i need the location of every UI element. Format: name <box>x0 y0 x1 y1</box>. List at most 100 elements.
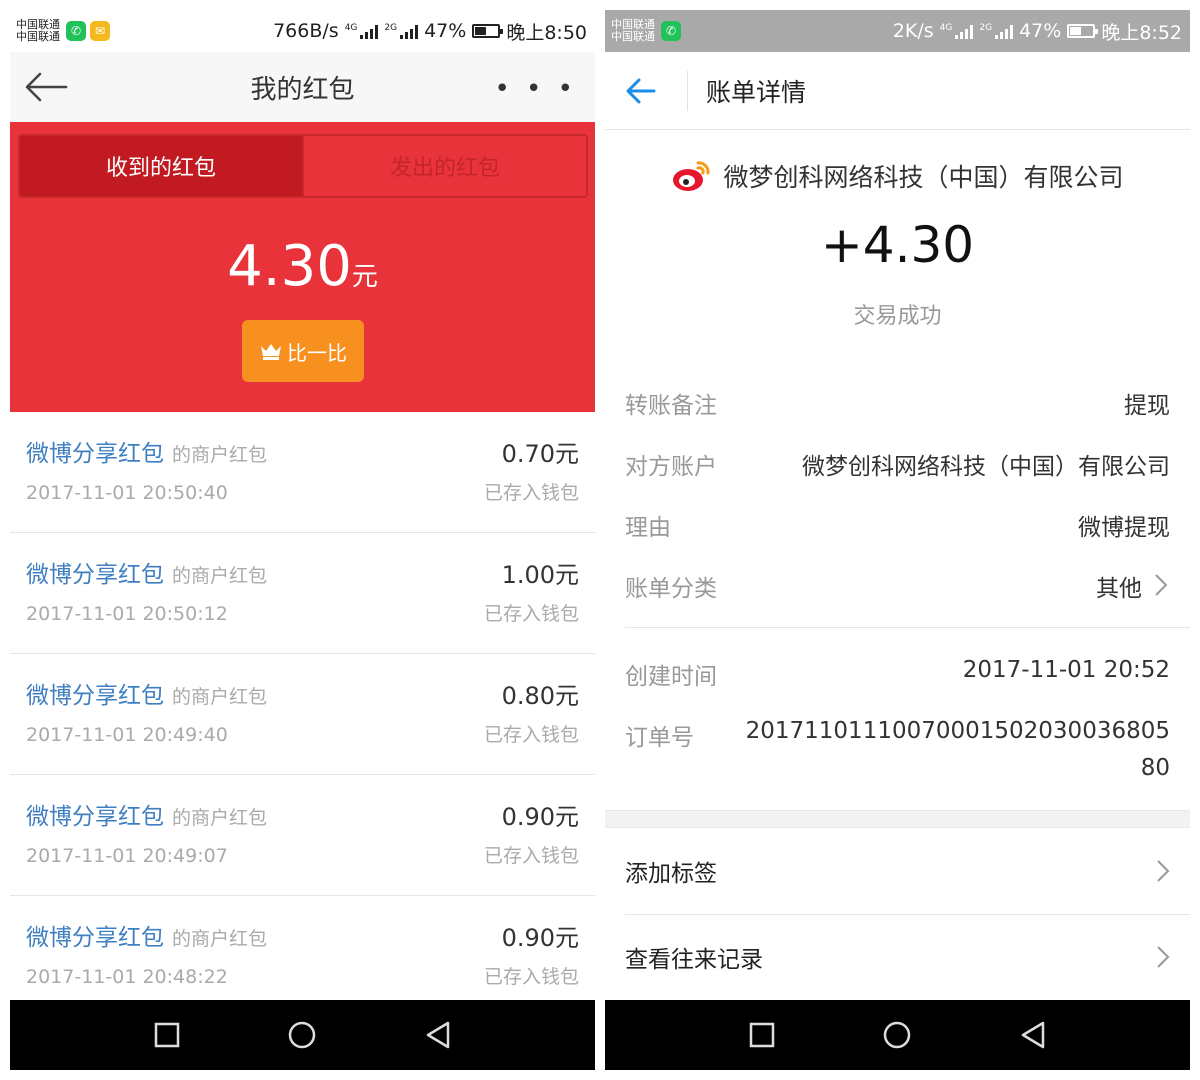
detail-label: 理由 <box>625 515 671 541</box>
item-status: 已存入钱包 <box>483 966 579 988</box>
merchant-name: 微梦创科网络科技（中国）有限公司 <box>723 163 1124 192</box>
transaction-amount: +4.30 <box>820 216 975 274</box>
item-status: 已存入钱包 <box>483 482 579 504</box>
item-status: 已存入钱包 <box>483 724 579 746</box>
battery-icon <box>1067 24 1099 38</box>
battery-icon <box>472 24 504 38</box>
item-amount: 1.00元 <box>501 561 579 589</box>
system-nav-bar <box>10 1000 595 1070</box>
page-header: 我的红包 • • • <box>10 52 595 122</box>
home-icon[interactable] <box>882 1020 912 1050</box>
page-title: 我的红包 <box>250 74 355 105</box>
red-packet-list: 微博分享红包 的商户红包 2017-11-01 20:50:40 0.70元 已存… <box>10 412 595 1017</box>
detail-label: 转账备注 <box>625 393 717 419</box>
item-title[interactable]: 微博分享红包 <box>26 683 164 709</box>
tab-sent[interactable]: 发出的红包 <box>302 136 586 196</box>
item-date: 2017-11-01 20:49:07 <box>26 845 228 867</box>
network-type-1: 4G <box>344 23 358 33</box>
item-subtitle: 的商户红包 <box>172 444 268 466</box>
add-tag-row[interactable]: 添加标签 <box>605 828 1190 914</box>
list-item[interactable]: 微博分享红包 的商户红包 2017-11-01 20:49:40 0.80元 已存… <box>10 654 595 775</box>
compare-button[interactable]: 比一比 <box>242 320 364 382</box>
signal-icon: 2G <box>384 23 419 39</box>
red-packet-summary: 收到的红包 发出的红包 4.30元 比一比 <box>10 122 595 412</box>
item-subtitle: 的商户红包 <box>172 686 268 708</box>
item-date: 2017-11-01 20:50:12 <box>26 603 228 625</box>
item-amount: 0.80元 <box>501 682 579 710</box>
merchant-header: 微梦创科网络科技（中国）有限公司 <box>605 158 1190 194</box>
detail-value: 提现 <box>1124 393 1170 419</box>
item-subtitle: 的商户红包 <box>172 928 268 950</box>
add-tag-label: 添加标签 <box>625 861 717 887</box>
detail-value: 微梦创科网络科技（中国）有限公司 <box>802 454 1170 480</box>
more-options-icon[interactable]: • • • <box>494 74 577 104</box>
back-arrow-icon[interactable] <box>24 70 68 104</box>
list-item[interactable]: 微博分享红包 的商户红包 2017-11-01 20:49:07 0.90元 已存… <box>10 775 595 896</box>
clock: 晚上8:50 <box>506 21 587 44</box>
network-type-1: 4G <box>939 23 953 33</box>
back-arrow-icon[interactable] <box>625 75 657 107</box>
item-title[interactable]: 微博分享红包 <box>26 562 164 588</box>
list-item[interactable]: 微博分享红包 的商户红包 2017-11-01 20:50:12 1.00元 已存… <box>10 533 595 654</box>
item-status: 已存入钱包 <box>483 845 579 867</box>
list-item[interactable]: 微博分享红包 的商户红包 2017-11-01 20:50:40 0.70元 已存… <box>10 412 595 533</box>
carrier-labels: 中国联通 中国联通 <box>611 19 655 43</box>
status-bar: 中国联通 中国联通 ✆ 2K/s 4G 2G 47% 晚上8:52 <box>605 10 1190 52</box>
carrier-2: 中国联通 <box>16 30 60 43</box>
view-history-row[interactable]: 查看往来记录 <box>605 914 1190 1000</box>
page-title: 账单详情 <box>706 77 807 107</box>
item-amount: 0.70元 <box>501 440 579 468</box>
system-nav-bar <box>605 1000 1190 1070</box>
order-number-line2: 80 <box>1140 755 1170 781</box>
item-title[interactable]: 微博分享红包 <box>26 804 164 830</box>
view-history-label: 查看往来记录 <box>625 947 763 973</box>
carrier-2: 中国联通 <box>611 30 655 43</box>
detail-value[interactable]: 其他 <box>1096 569 1142 603</box>
crown-icon <box>261 344 281 360</box>
carrier-labels: 中国联通 中国联通 <box>16 19 60 43</box>
order-number-line1: 20171101110070001502030036805 <box>745 718 1170 744</box>
item-title[interactable]: 微博分享红包 <box>26 925 164 951</box>
item-subtitle: 的商户红包 <box>172 565 268 587</box>
detail-value: 2017-11-01 20:52 <box>962 657 1170 683</box>
signal-icon: 2G <box>979 23 1014 39</box>
detail-value: 微博提现 <box>1078 515 1170 541</box>
network-speed: 2K/s <box>892 20 934 42</box>
battery-percent: 47% <box>1019 20 1062 42</box>
battery-percent: 47% <box>424 20 467 42</box>
detail-label: 账单分类 <box>625 576 717 602</box>
recent-apps-icon[interactable] <box>749 1022 775 1048</box>
item-amount: 0.90元 <box>501 924 579 952</box>
detail-label: 创建时间 <box>625 664 717 690</box>
total-amount-unit: 元 <box>351 262 378 292</box>
signal-icon: 4G <box>940 23 974 39</box>
detail-label: 订单号 <box>625 725 694 751</box>
back-icon[interactable] <box>425 1021 451 1049</box>
weibo-logo-icon <box>673 161 710 191</box>
red-packet-screen: 中国联通 中国联通 ✆ ✉ 766B/s 4G 2G 47% 晚上8:50 我的… <box>10 10 595 1070</box>
list-item[interactable]: 微博分享红包 的商户红包 2017-11-01 20:48:22 0.90元 已存… <box>10 896 595 1017</box>
section-divider <box>625 627 1190 628</box>
item-date: 2017-11-01 20:50:40 <box>26 482 228 504</box>
item-subtitle: 的商户红包 <box>172 807 268 829</box>
item-title[interactable]: 微博分享红包 <box>26 441 164 467</box>
status-bar: 中国联通 中国联通 ✆ ✉ 766B/s 4G 2G 47% 晚上8:50 <box>10 10 595 52</box>
tab-received[interactable]: 收到的红包 <box>20 136 302 196</box>
wechat-notification-icon: ✆ <box>661 21 681 41</box>
chevron-right-icon[interactable] <box>1154 573 1168 597</box>
item-status: 已存入钱包 <box>483 603 579 625</box>
chevron-right-icon <box>1157 946 1170 968</box>
network-speed: 766B/s <box>273 20 339 42</box>
section-gap <box>605 810 1190 828</box>
item-amount: 0.90元 <box>501 803 579 831</box>
clock: 晚上8:52 <box>1101 21 1182 44</box>
header-divider <box>687 70 688 111</box>
back-icon[interactable] <box>1020 1021 1046 1049</box>
home-icon[interactable] <box>287 1020 317 1050</box>
compare-label: 比一比 <box>287 340 347 365</box>
total-amount: 4.30元 <box>10 234 595 299</box>
recent-apps-icon[interactable] <box>154 1022 180 1048</box>
transaction-status: 交易成功 <box>853 304 942 329</box>
mail-notification-icon: ✉ <box>90 21 110 41</box>
page-header: 账单详情 <box>605 52 1190 130</box>
